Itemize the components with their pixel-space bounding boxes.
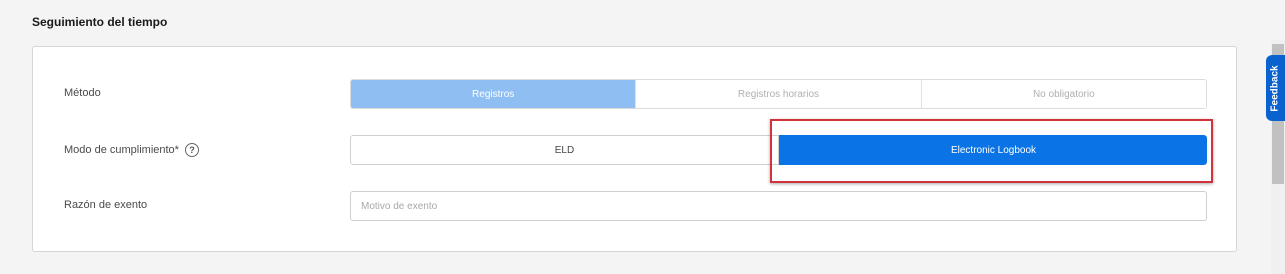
feedback-label: Feedback xyxy=(1270,64,1282,112)
compliance-option-electronic-logbook[interactable]: Electronic Logbook xyxy=(779,135,1207,165)
method-label: Método xyxy=(64,87,101,99)
method-option-registros-horarios[interactable]: Registros horarios xyxy=(636,80,922,108)
method-label-text: Método xyxy=(64,87,101,99)
exempt-reason-input[interactable] xyxy=(350,191,1207,221)
method-option-registros[interactable]: Registros xyxy=(351,80,637,108)
compliance-label: Modo de cumplimiento* ? xyxy=(64,143,199,157)
compliance-segmented-control: ELD Electronic Logbook xyxy=(350,135,1207,165)
exempt-label-text: Razón de exento xyxy=(64,199,148,211)
compliance-label-text: Modo de cumplimiento* xyxy=(64,144,179,156)
section-title: Seguimiento del tiempo xyxy=(32,15,168,29)
feedback-tab[interactable]: Feedback xyxy=(1266,55,1285,121)
method-option-no-obligatorio[interactable]: No obligatorio xyxy=(921,80,1206,108)
exempt-label: Razón de exento xyxy=(64,199,147,211)
question-circle-icon[interactable]: ? xyxy=(184,143,199,157)
method-segmented-control: Registros Registros horarios No obligato… xyxy=(350,79,1207,109)
time-tracking-card: Método Registros Registros horarios No o… xyxy=(32,46,1237,252)
compliance-option-eld[interactable]: ELD xyxy=(350,135,779,165)
